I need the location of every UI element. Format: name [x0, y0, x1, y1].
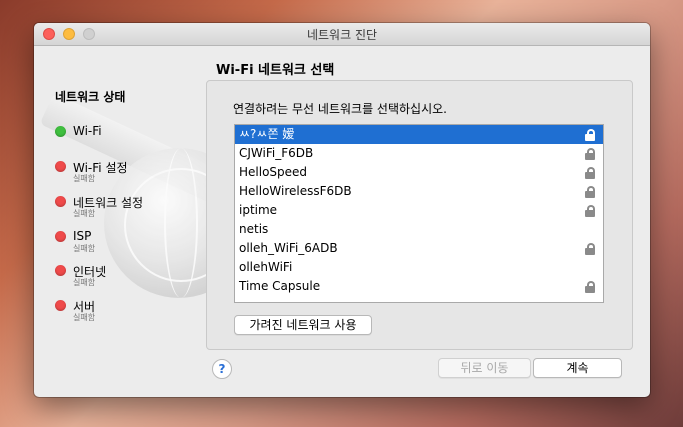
- status-fail-icon: [55, 265, 66, 276]
- step-status: 실패함: [73, 278, 96, 287]
- step-label: ISP: [73, 229, 92, 243]
- lock-icon: [585, 129, 595, 141]
- network-row[interactable]: HelloSpeed: [235, 163, 603, 182]
- network-row[interactable]: HelloWirelessF6DB: [235, 182, 603, 201]
- network-row[interactable]: CJWiFi_F6DB: [235, 144, 603, 163]
- step-status: 실패함: [73, 174, 96, 183]
- continue-button[interactable]: 계속: [533, 358, 622, 378]
- network-row[interactable]: iptime: [235, 201, 603, 220]
- lock-icon: [585, 205, 595, 217]
- lock-icon: [585, 186, 595, 198]
- network-row[interactable]: Time Capsule: [235, 277, 603, 296]
- network-name: netis: [239, 222, 269, 236]
- lock-icon: [585, 167, 595, 179]
- status-fail-icon: [55, 231, 66, 242]
- status-fail-icon: [55, 196, 66, 207]
- network-row[interactable]: ㅆ?ㅆ쫀 嫒: [235, 125, 603, 144]
- back-button[interactable]: 뒤로 이동: [438, 358, 531, 378]
- status-ok-icon: [55, 126, 66, 137]
- step-status: 실패함: [73, 313, 96, 322]
- step-status: 실패함: [73, 244, 96, 253]
- lock-icon: [585, 148, 595, 160]
- use-hidden-network-button[interactable]: 가려진 네트워크 사용: [234, 315, 372, 335]
- help-button[interactable]: ?: [212, 359, 232, 379]
- status-fail-icon: [55, 300, 66, 311]
- network-name: HelloWirelessF6DB: [239, 184, 352, 198]
- lock-icon: [585, 281, 595, 293]
- network-name: HelloSpeed: [239, 165, 308, 179]
- lock-icon: [585, 243, 595, 255]
- status-fail-icon: [55, 161, 66, 172]
- network-name: ㅆ?ㅆ쫀 嫒: [239, 127, 295, 141]
- network-name: iptime: [239, 203, 278, 217]
- title-bar[interactable]: 네트워크 진단: [34, 23, 650, 46]
- window-title: 네트워크 진단: [306, 28, 378, 42]
- step-label: Wi-Fi: [73, 124, 102, 138]
- network-name: olleh_WiFi_6ADB: [239, 241, 338, 255]
- network-row[interactable]: ollehWiFi: [235, 258, 603, 277]
- step-status: 실패함: [73, 209, 96, 218]
- network-row[interactable]: olleh_WiFi_6ADB: [235, 239, 603, 258]
- network-name: ollehWiFi: [239, 260, 293, 274]
- network-diagnostics-window: 네트워크 진단 네트워크 상태 Wi-Fi Wi-Fi 설정 실패함 네트워크 …: [34, 23, 650, 397]
- network-row[interactable]: netis: [235, 220, 603, 239]
- network-name: Time Capsule: [239, 279, 321, 293]
- network-name: CJWiFi_F6DB: [239, 146, 314, 160]
- sidebar-title: 네트워크 상태: [55, 90, 126, 104]
- network-list[interactable]: ㅆ?ㅆ쫀 嫒 CJWiFi_F6DB HelloSpeed HelloWireless…: [234, 124, 604, 303]
- section-title: Wi-Fi 네트워크 선택: [216, 63, 335, 78]
- instruction-text: 연결하려는 무선 네트워크를 선택하십시오.: [233, 102, 447, 116]
